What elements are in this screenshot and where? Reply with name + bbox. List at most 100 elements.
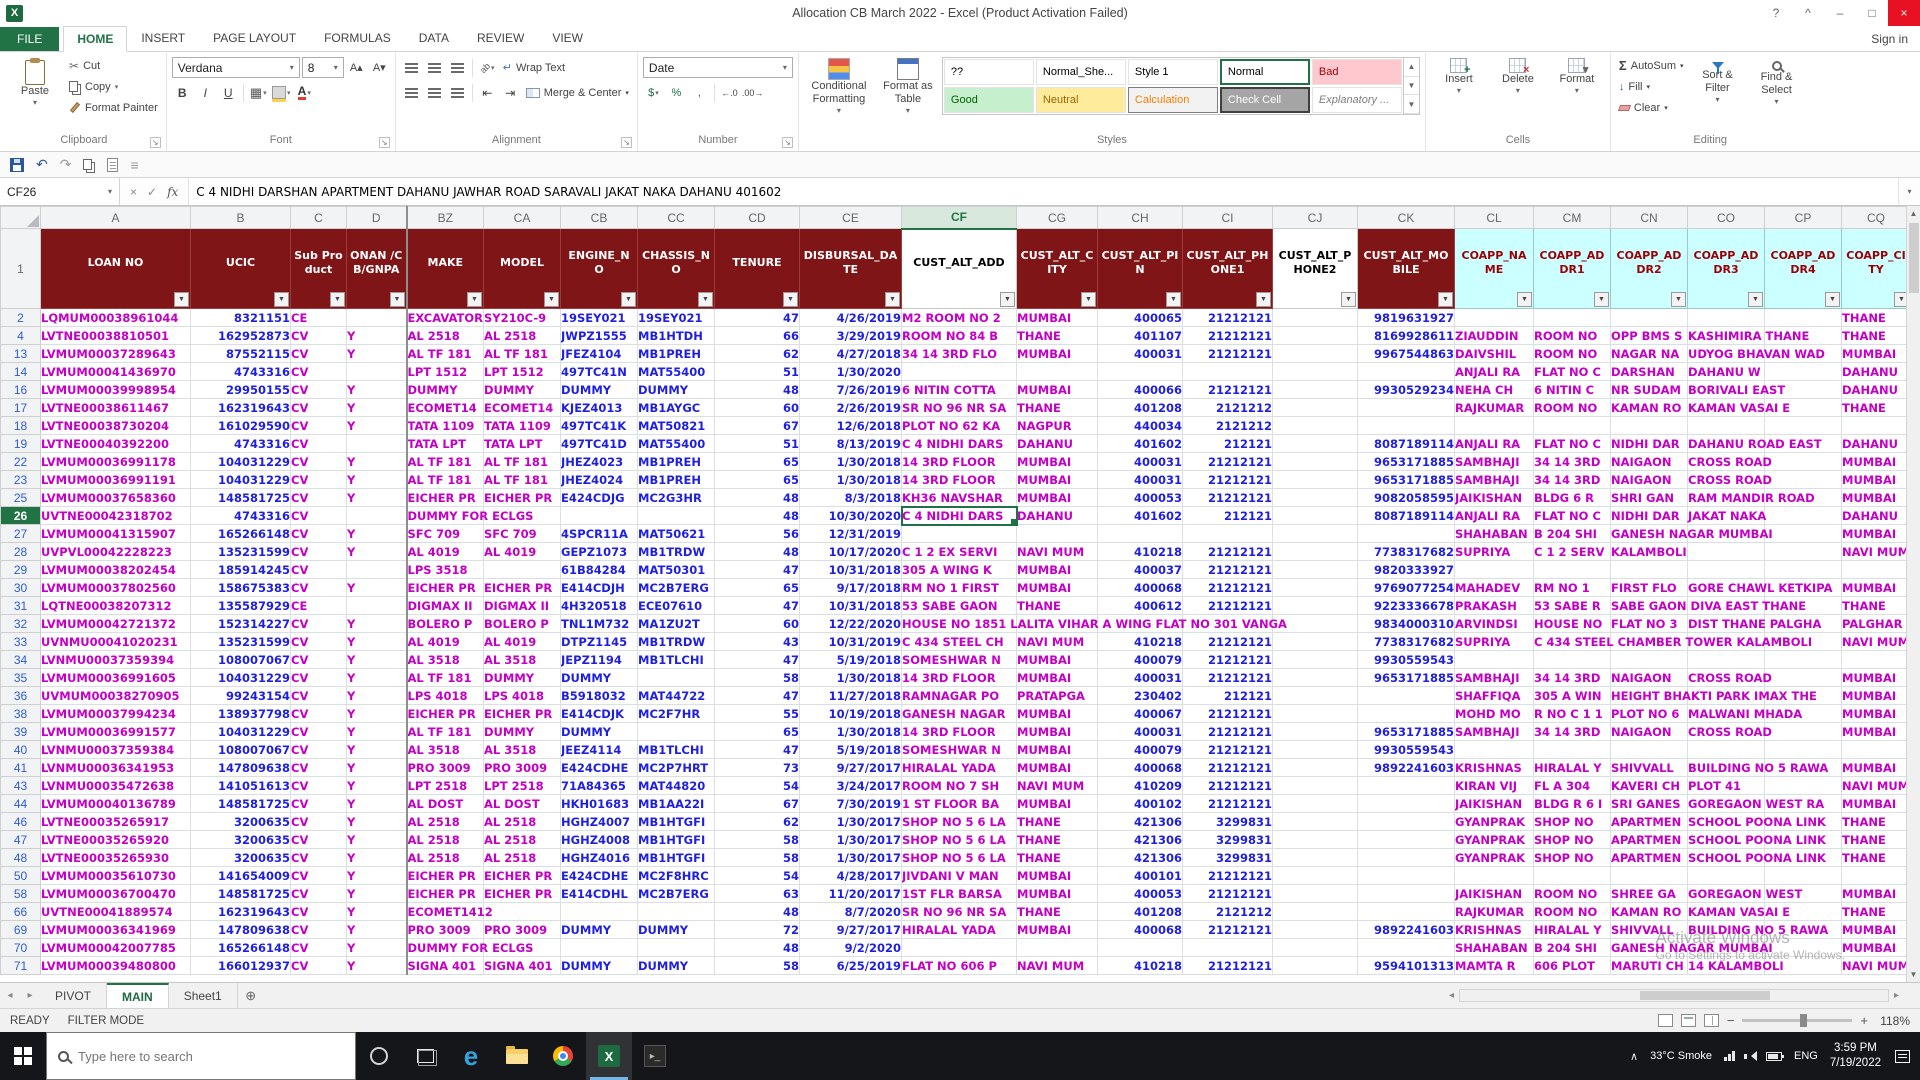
cell-CE28[interactable]: 10/17/2020 (800, 543, 902, 561)
cell-A48[interactable]: LVTNE00035265930 (41, 849, 191, 867)
cell-CF18[interactable]: PLOT NO 62 KA (902, 417, 1017, 435)
cell-CB16[interactable]: DUMMY (561, 381, 638, 399)
cell-C66[interactable]: CV (291, 903, 347, 921)
format-as-table-button[interactable]: Format as Table▾ (877, 55, 939, 116)
cell-CM46[interactable]: SHOP NO (1534, 813, 1611, 831)
cell-CC66[interactable] (638, 903, 715, 921)
column-header-C[interactable]: C (291, 207, 347, 229)
cell-CD14[interactable]: 51 (715, 363, 800, 381)
cell-CI29[interactable]: 21212121 (1183, 561, 1273, 579)
cell-CD36[interactable]: 47 (715, 687, 800, 705)
cell-CI25[interactable]: 21212121 (1183, 489, 1273, 507)
edge-taskbar-button[interactable]: e (448, 1032, 494, 1080)
cell-CO25[interactable]: RAM MANDIR ROAD (1688, 489, 1765, 507)
cell-CI17[interactable]: 2121212 (1183, 399, 1273, 417)
cell-CG26[interactable]: DAHANU (1017, 507, 1098, 525)
enter-button[interactable]: ✓ (147, 185, 157, 199)
cell-CL26[interactable]: ANJALI RA (1455, 507, 1534, 525)
cell-CL47[interactable]: GYANPRAK (1455, 831, 1534, 849)
cell-A34[interactable]: LVNMU00037359394 (41, 651, 191, 669)
cell-CI19[interactable]: 212121 (1183, 435, 1273, 453)
cell-CE48[interactable]: 1/30/2017 (800, 849, 902, 867)
cell-D27[interactable]: Y (347, 525, 407, 543)
cell-CQ22[interactable]: MUMBAI (1842, 453, 1911, 471)
cell-CB27[interactable]: 4SPCR11A (561, 525, 638, 543)
cell-CH30[interactable]: 400068 (1098, 579, 1183, 597)
cell-CI30[interactable]: 21212121 (1183, 579, 1273, 597)
cell-CN46[interactable]: APARTMEN (1611, 813, 1688, 831)
cell-CJ41[interactable] (1273, 759, 1358, 777)
cell-CM70[interactable]: B 204 SHI (1534, 939, 1611, 957)
cell-CO44[interactable]: GOREGAON WEST RA (1688, 795, 1765, 813)
expand-formula-bar-button[interactable]: ▾ (1898, 178, 1920, 205)
cell-CL38[interactable]: MOHD MO (1455, 705, 1534, 723)
scroll-right-button[interactable]: ▸ (1891, 990, 1902, 1001)
cell-CA23[interactable]: AL TF 181 (484, 471, 561, 489)
cell-CH44[interactable]: 400102 (1098, 795, 1183, 813)
cell-CD38[interactable]: 55 (715, 705, 800, 723)
cell-CN19[interactable]: NIDHI DAR (1611, 435, 1688, 453)
filter-button-CI[interactable]: ▼ (1256, 292, 1271, 307)
cell-CM16[interactable]: 6 NITIN C (1534, 381, 1611, 399)
cell-CK25[interactable]: 9082058595 (1358, 489, 1455, 507)
cell-D43[interactable]: Y (347, 777, 407, 795)
app-taskbar-button[interactable]: ▸_ (632, 1032, 678, 1080)
cell-CH2[interactable]: 400065 (1098, 309, 1183, 327)
taskbar-search[interactable] (46, 1032, 356, 1080)
font-size-select[interactable]: 8▾ (302, 57, 344, 78)
cell-CP14[interactable] (1765, 363, 1842, 381)
cell-CI38[interactable]: 21212121 (1183, 705, 1273, 723)
cell-D13[interactable]: Y (347, 345, 407, 363)
cell-CG25[interactable]: MUMBAI (1017, 489, 1098, 507)
column-header-CI[interactable]: CI (1183, 207, 1273, 229)
cell-CK22[interactable]: 9653171885 (1358, 453, 1455, 471)
cell-CL41[interactable]: KRISHNAS (1455, 759, 1534, 777)
cell-CQ14[interactable]: DAHANU (1842, 363, 1911, 381)
cell-B29[interactable]: 185914245 (191, 561, 291, 579)
cell-BZ28[interactable]: AL 4019 (407, 543, 484, 561)
cell-CI31[interactable]: 21212121 (1183, 597, 1273, 615)
cell-CG18[interactable]: NAGPUR (1017, 417, 1098, 435)
cell-CL17[interactable]: RAJKUMAR (1455, 399, 1534, 417)
cell-CK27[interactable] (1358, 525, 1455, 543)
cell-CO71[interactable]: 14 KALAMBOLI (1688, 957, 1765, 975)
battery-icon[interactable] (1766, 1052, 1782, 1061)
conditional-formatting-button[interactable]: Conditional Formatting▾ (804, 55, 874, 116)
cell-BZ19[interactable]: TATA LPT (407, 435, 484, 453)
cell-CH38[interactable]: 400067 (1098, 705, 1183, 723)
cell-CD46[interactable]: 62 (715, 813, 800, 831)
cell-CQ43[interactable]: NAVI MUM (1842, 777, 1911, 795)
cell-A40[interactable]: LVNMU00037359384 (41, 741, 191, 759)
cell-CH39[interactable]: 400031 (1098, 723, 1183, 741)
cell-CI46[interactable]: 3299831 (1183, 813, 1273, 831)
cell-CJ39[interactable] (1273, 723, 1358, 741)
cell-CE35[interactable]: 1/30/2018 (800, 669, 902, 687)
cell-CE2[interactable]: 4/26/2019 (800, 309, 902, 327)
row-number-34[interactable]: 34 (1, 651, 41, 669)
cell-CJ18[interactable] (1273, 417, 1358, 435)
cell-CD18[interactable]: 67 (715, 417, 800, 435)
cell-CO29[interactable] (1688, 561, 1765, 579)
cell-CQ19[interactable]: DAHANU (1842, 435, 1911, 453)
cell-CI14[interactable] (1183, 363, 1273, 381)
cell-CM33[interactable]: C 434 STEEL CHAMBER TOWER KALAMBOLI (1534, 633, 1611, 651)
cell-CB23[interactable]: JHEZ4024 (561, 471, 638, 489)
cell-CF36[interactable]: RAMNAGAR PO (902, 687, 1017, 705)
cell-CN41[interactable]: SHIVVALL (1611, 759, 1688, 777)
cell-CO39[interactable]: CROSS ROAD (1688, 723, 1765, 741)
cell-A13[interactable]: LVMUM00037289643 (41, 345, 191, 363)
filter-button-D[interactable]: ▼ (390, 292, 405, 307)
cell-CC25[interactable]: MC2G3HR (638, 489, 715, 507)
cell-CO46[interactable]: SCHOOL POONA LINK (1688, 813, 1765, 831)
cell-CK41[interactable]: 9892241603 (1358, 759, 1455, 777)
cell-CC48[interactable]: MB1HTGFI (638, 849, 715, 867)
row-number-17[interactable]: 17 (1, 399, 41, 417)
cell-CM34[interactable] (1534, 651, 1611, 669)
cell-CG47[interactable]: THANE (1017, 831, 1098, 849)
cell-B2[interactable]: 8321151 (191, 309, 291, 327)
gallery-scroll-up-button[interactable]: ▲ (1404, 58, 1419, 77)
cell-CB26[interactable] (561, 507, 638, 525)
cell-CF4[interactable]: ROOM NO 84 B (902, 327, 1017, 345)
cell-BZ38[interactable]: EICHER PR (407, 705, 484, 723)
cell-CH40[interactable]: 400079 (1098, 741, 1183, 759)
